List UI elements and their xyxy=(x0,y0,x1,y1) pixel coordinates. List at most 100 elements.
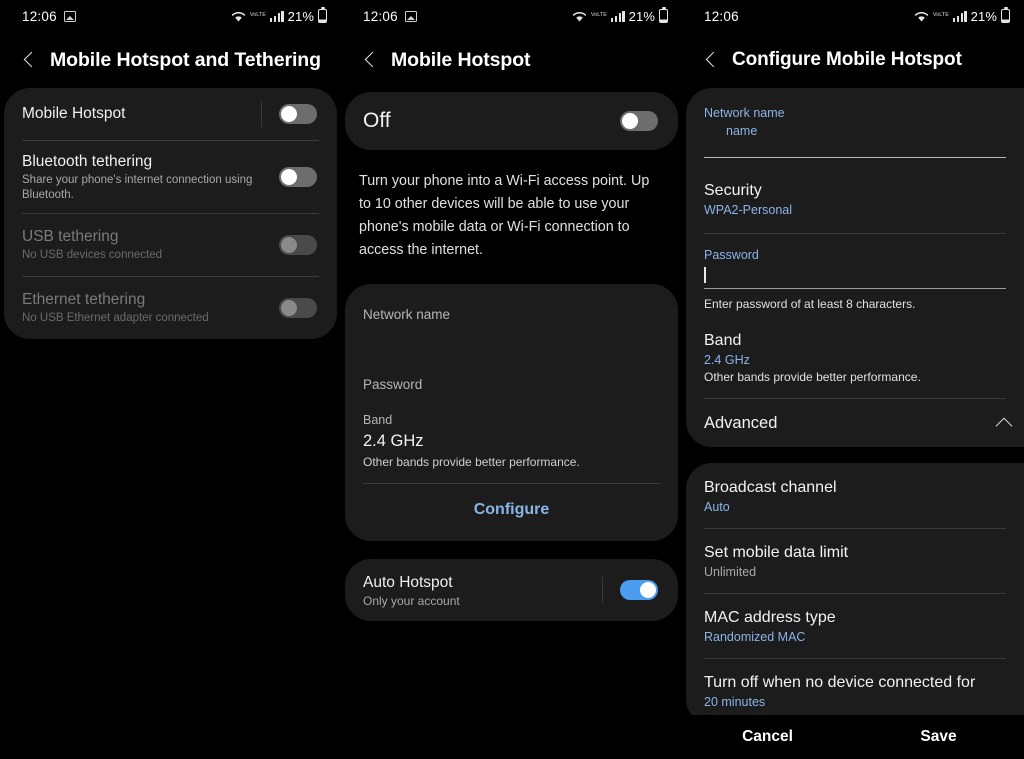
volte-icon: VoLTE xyxy=(590,12,607,19)
wifi-icon xyxy=(231,11,245,21)
list-item-label: Mobile Hotspot xyxy=(22,105,126,122)
list-item-value: Randomized MAC xyxy=(704,630,806,644)
auto-hotspot-label: Auto Hotspot xyxy=(363,573,453,591)
list-item-mobile-hotspot[interactable]: Mobile Hotspot xyxy=(4,88,337,140)
status-bar: 12:06 VoLTE 21% xyxy=(341,0,682,32)
configure-footer-buttons: Cancel Save xyxy=(682,715,1024,759)
battery-percent-label: 21% xyxy=(628,8,655,24)
wifi-icon xyxy=(914,11,928,21)
battery-icon xyxy=(1001,7,1010,23)
advanced-section-header[interactable]: Advanced xyxy=(686,399,1024,447)
list-item-value: 20 minutes xyxy=(704,695,766,709)
advanced-label: Advanced xyxy=(704,413,778,432)
panel3-title-bar: Configure Mobile Hotspot xyxy=(682,32,1024,88)
hotspot-state-card[interactable]: Off xyxy=(345,92,678,150)
hotspot-description: Turn your phone into a Wi-Fi access poin… xyxy=(359,173,650,258)
list-item-label: Turn off when no device connected for xyxy=(704,674,976,691)
list-item-label: Bluetooth tethering xyxy=(22,152,153,170)
list-item-label: Broadcast channel xyxy=(704,479,837,496)
auto-hotspot-toggle[interactable] xyxy=(620,580,658,600)
band-value: 2.4 GHz xyxy=(704,353,750,367)
password-underline xyxy=(704,288,1006,289)
panel-mobile-hotspot-and-tethering: 12:06 VoLTE 21% Mobile Hotspot and Tethe… xyxy=(0,0,341,759)
band-group[interactable]: Band 2.4 GHz Other bands provide better … xyxy=(345,394,678,471)
security-label: Security xyxy=(704,182,762,199)
toggle-separator xyxy=(261,101,262,127)
hotspot-master-toggle[interactable] xyxy=(620,111,658,131)
signal-bars-icon xyxy=(269,10,284,22)
photo-icon xyxy=(63,10,76,22)
auto-hotspot-card[interactable]: Auto Hotspot Only your account xyxy=(345,559,678,621)
configure-form-card: Network name name Security WPA2-Personal… xyxy=(686,88,1024,447)
volte-icon: VoLTE xyxy=(932,12,949,19)
list-item-broadcast-channel[interactable]: Broadcast channel Auto xyxy=(686,463,1024,528)
password-hint: Enter password of at least 8 characters. xyxy=(704,297,916,311)
list-item-sublabel: No USB Ethernet adapter connected xyxy=(22,312,209,324)
usb-tethering-toggle xyxy=(279,235,317,255)
toggle-separator xyxy=(602,577,603,603)
wifi-icon xyxy=(572,11,586,21)
battery-percent-label: 21% xyxy=(287,8,314,24)
status-bar-clock: 12:06 xyxy=(22,8,57,24)
list-item-sublabel: Share your phone's internet connection u… xyxy=(22,173,253,201)
list-item-label: MAC address type xyxy=(704,609,836,626)
band-field-group[interactable]: Band 2.4 GHz Other bands provide better … xyxy=(686,313,1024,386)
ethernet-tethering-toggle xyxy=(279,298,317,318)
list-item-label: Ethernet tethering xyxy=(22,291,146,308)
chevron-up-icon[interactable] xyxy=(996,414,1014,432)
password-input[interactable] xyxy=(704,264,1006,286)
signal-bars-icon xyxy=(952,10,967,22)
save-button[interactable]: Save xyxy=(853,728,1024,746)
list-item-sublabel: No USB devices connected xyxy=(22,249,162,261)
hotspot-state-label: Off xyxy=(363,109,391,132)
hotspot-summary-card: Network name Password Band 2.4 GHz Other… xyxy=(345,284,678,541)
back-arrow-icon[interactable] xyxy=(700,49,722,71)
list-item-value: Auto xyxy=(704,500,730,514)
security-field-group[interactable]: Security WPA2-Personal xyxy=(686,158,1024,219)
bluetooth-tethering-toggle[interactable] xyxy=(279,167,317,187)
panel1-page-title: Mobile Hotspot and Tethering xyxy=(50,48,321,71)
mobile-hotspot-toggle[interactable] xyxy=(279,104,317,124)
text-cursor-icon xyxy=(704,267,706,283)
network-name-label: Network name xyxy=(704,106,785,120)
password-field-group[interactable]: Password xyxy=(345,354,678,394)
band-hint: Other bands provide better performance. xyxy=(704,370,921,384)
band-label: Band xyxy=(704,332,742,349)
configure-button[interactable]: Configure xyxy=(345,484,678,537)
panel1-title-bar: Mobile Hotspot and Tethering xyxy=(0,32,341,88)
panel-mobile-hotspot: 12:06 VoLTE 21% Mobile Hotspot Off Turn … xyxy=(341,0,682,759)
signal-bars-icon xyxy=(610,10,625,22)
list-item-value: Unlimited xyxy=(704,565,757,579)
password-label: Password xyxy=(363,377,423,392)
list-item-label: USB tethering xyxy=(22,228,119,245)
advanced-options-card: Broadcast channel Auto Set mobile data l… xyxy=(686,463,1024,725)
password-field-group[interactable]: Password Enter password of at least 8 ch… xyxy=(686,234,1024,313)
panel2-page-title: Mobile Hotspot xyxy=(391,48,531,71)
band-value: 2.4 GHz xyxy=(363,432,424,450)
back-arrow-icon[interactable] xyxy=(359,49,381,71)
network-name-field-group[interactable]: Network name xyxy=(345,284,678,324)
list-item-mobile-data-limit[interactable]: Set mobile data limit Unlimited xyxy=(686,529,1024,593)
three-panel-screenshot: 12:06 VoLTE 21% Mobile Hotspot and Tethe… xyxy=(0,0,1024,759)
network-name-field-group[interactable]: Network name name xyxy=(686,88,1024,158)
list-item-label: Set mobile data limit xyxy=(704,544,849,561)
battery-icon xyxy=(659,7,668,23)
network-name-label: Network name xyxy=(363,307,451,322)
status-bar: 12:06 VoLTE 21% xyxy=(682,0,1024,32)
photo-icon xyxy=(404,10,417,22)
band-label: Band xyxy=(363,413,393,427)
band-hint: Other bands provide better performance. xyxy=(363,455,580,469)
battery-percent-label: 21% xyxy=(970,8,997,24)
status-bar: 12:06 VoLTE 21% xyxy=(0,0,341,32)
cancel-button[interactable]: Cancel xyxy=(682,728,853,746)
list-item-mac-address-type[interactable]: MAC address type Randomized MAC xyxy=(686,594,1024,658)
status-bar-clock: 12:06 xyxy=(363,8,398,24)
password-label: Password xyxy=(704,248,759,262)
panel2-title-bar: Mobile Hotspot xyxy=(341,32,682,88)
back-arrow-icon[interactable] xyxy=(18,49,40,71)
status-bar-right-icons: VoLTE 21% xyxy=(914,7,1010,24)
status-bar-clock: 12:06 xyxy=(704,8,739,24)
panel-configure-mobile-hotspot: 12:06 VoLTE 21% Configure Mobile Hotspot… xyxy=(682,0,1024,759)
battery-icon xyxy=(318,7,327,23)
list-item-bluetooth-tethering[interactable]: Bluetooth tethering Share your phone's i… xyxy=(4,141,337,213)
